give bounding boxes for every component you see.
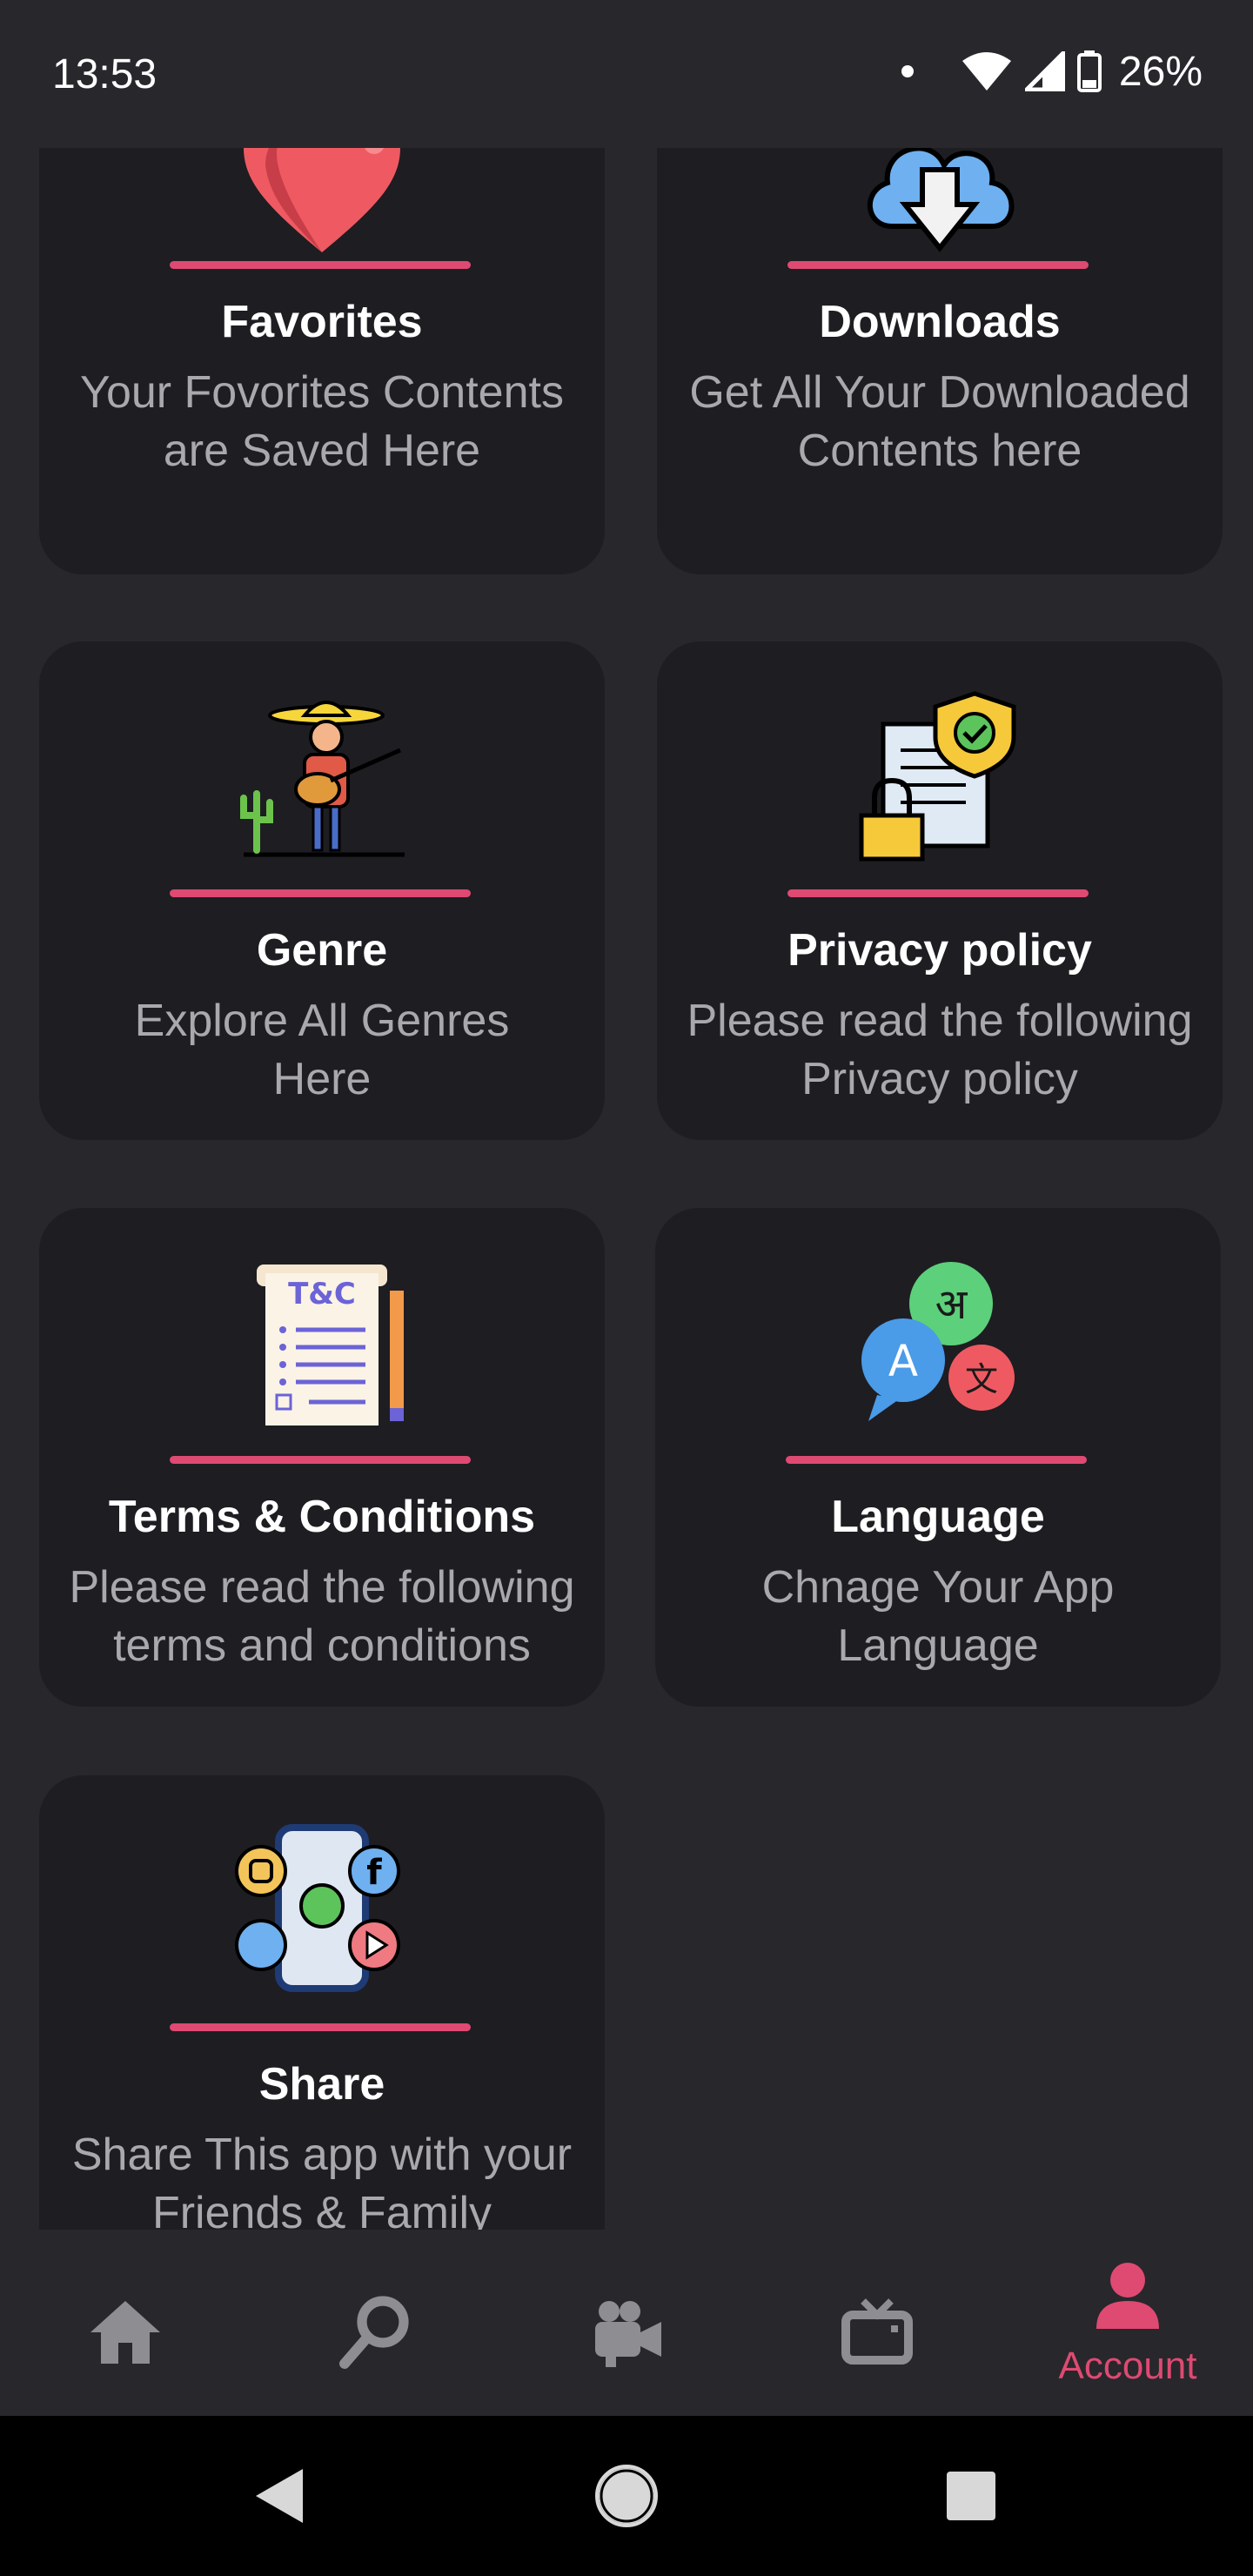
card-title: Favorites [221, 297, 423, 347]
card-divider [786, 1456, 1087, 1464]
video-camera-icon [595, 2301, 661, 2367]
genre-card[interactable]: Genre Explore All Genres Here [39, 641, 605, 1140]
card-description: Get All Your Downloaded Contents here [689, 367, 1190, 476]
heart-icon [244, 148, 400, 252]
card-title: Genre [256, 925, 388, 976]
share-card[interactable]: f Share Share This app with your Friends… [39, 1775, 605, 2230]
card-title: Terms & Conditions [108, 1492, 536, 1542]
nav-account-label: Account [1058, 2345, 1197, 2387]
status-time: 13:53 [52, 51, 157, 97]
home-system-button[interactable] [539, 2416, 714, 2576]
card-description: Chnage Your App Language [761, 1562, 1115, 1671]
nav-search[interactable] [251, 2230, 501, 2416]
battery-icon [1076, 50, 1102, 92]
card-title: Privacy policy [787, 925, 1092, 976]
card-title: Language [831, 1492, 1045, 1542]
bottom-nav: Account [0, 2230, 1253, 2416]
downloads-card[interactable]: Downloads Get All Your Downloaded Conten… [657, 148, 1223, 574]
tv-icon [841, 2298, 913, 2365]
cell-signal-icon [1024, 51, 1065, 91]
system-nav-bar [0, 2416, 1253, 2576]
nav-home[interactable] [0, 2230, 251, 2416]
card-description: Please read the following Privacy policy [687, 996, 1193, 1104]
musician-icon [240, 701, 405, 857]
search-icon [339, 2296, 409, 2369]
cloud-download-icon [867, 148, 1015, 252]
battery-percent: 26% [1118, 48, 1203, 95]
home-circle-icon [595, 2465, 658, 2527]
recents-button[interactable] [884, 2416, 1058, 2576]
card-title: Share [258, 2059, 385, 2110]
privacy-shield-icon [859, 691, 1016, 862]
language-card[interactable]: अ A 文 Language Chnage Your App Language [655, 1208, 1221, 1707]
back-triangle-icon [256, 2469, 303, 2523]
language-bubbles-icon: अ A 文 [861, 1262, 1015, 1421]
terms-card[interactable]: T&C Terms & Conditions Please read the f… [39, 1208, 605, 1707]
card-divider [170, 2023, 471, 2031]
svg-text:अ: अ [935, 1280, 968, 1329]
svg-text:文: 文 [965, 1360, 998, 1399]
recents-square-icon [947, 2472, 995, 2520]
card-divider [787, 261, 1089, 269]
nav-account[interactable]: Account [1002, 2230, 1253, 2416]
card-divider [170, 1456, 471, 1464]
privacy-policy-card[interactable]: Privacy policy Please read the following… [657, 641, 1223, 1140]
card-description: Explore All Genres Here [134, 996, 510, 1104]
notification-dot-icon [901, 65, 914, 77]
account-menu-grid: Favorites Your Fovorites Contents are Sa… [0, 148, 1253, 2230]
svg-text:f: f [366, 1853, 382, 1893]
back-button[interactable] [191, 2416, 365, 2576]
card-description: Please read the following terms and cond… [69, 1562, 575, 1671]
social-share-icon: f [235, 1824, 400, 1992]
svg-text:A: A [888, 1336, 918, 1386]
status-icons: 26% [901, 45, 1203, 97]
wifi-icon [962, 52, 1011, 91]
card-title: Downloads [819, 297, 1061, 347]
card-divider [170, 261, 471, 269]
status-bar: 13:53 26% [0, 0, 1253, 148]
card-description: Share This app with your Friends & Famil… [71, 2130, 573, 2230]
card-description: Your Fovorites Contents are Saved Here [80, 367, 564, 476]
favorites-card[interactable]: Favorites Your Fovorites Contents are Sa… [39, 148, 605, 574]
terms-document-icon: T&C [257, 1265, 404, 1426]
home-icon [90, 2301, 160, 2364]
nav-videos[interactable] [501, 2230, 752, 2416]
account-icon [1096, 2263, 1159, 2329]
svg-text:T&C: T&C [288, 1277, 356, 1311]
card-divider [170, 889, 471, 897]
card-divider [787, 889, 1089, 897]
nav-tv[interactable] [752, 2230, 1002, 2416]
